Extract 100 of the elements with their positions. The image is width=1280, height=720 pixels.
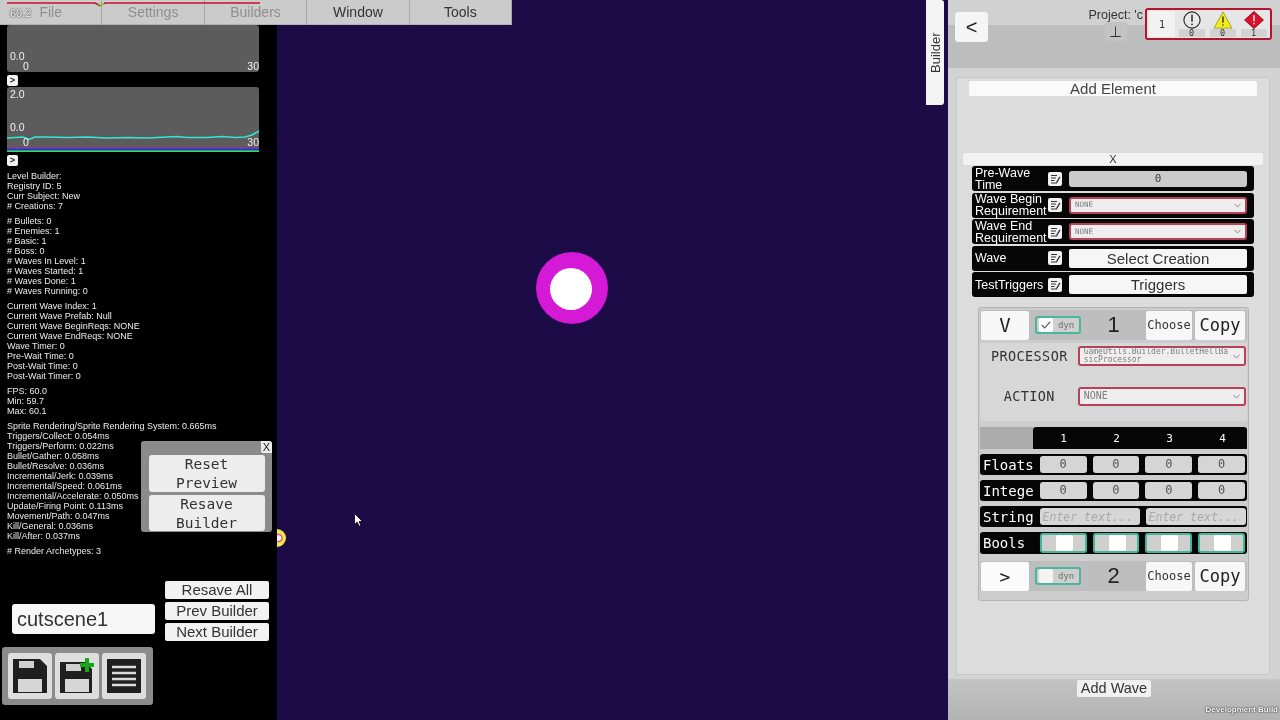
element-index: 1 <box>1106 313 1121 337</box>
debug-line: Triggers/Collect: 0.054ms <box>7 431 110 441</box>
axis-label: 0.0 <box>9 51 26 61</box>
edit-icon[interactable] <box>1048 198 1062 212</box>
debug-line: Level Builder: <box>7 171 62 181</box>
select-button[interactable]: Select Creation <box>1069 248 1247 268</box>
edit-icon[interactable] <box>1048 224 1062 239</box>
number-field[interactable]: 0 <box>1069 170 1247 187</box>
build-label: Development Build <box>1205 705 1278 715</box>
debug-line: Incremental/Jerk: 0.039ms <box>7 471 114 481</box>
axis-label: 0 <box>23 137 29 147</box>
check-icon <box>1041 321 1051 329</box>
debug-line: Kill/General: 0.036ms <box>7 521 94 531</box>
debug-line: # Basic: 1 <box>7 236 47 246</box>
copy-button[interactable]: Copy <box>1195 310 1245 340</box>
debug-line: Current Wave EndReqs: NONE <box>7 331 133 341</box>
checkbox[interactable] <box>1039 318 1053 332</box>
expand-button[interactable]: > <box>981 561 1029 591</box>
save-button[interactable] <box>8 653 52 699</box>
debug-line: Kill/After: 0.037ms <box>7 531 81 541</box>
close-button[interactable]: X <box>261 441 272 453</box>
debug-line: Triggers/Perform: 0.022ms <box>7 441 114 451</box>
debug-line: # Bullets: 0 <box>7 216 52 226</box>
popup-button[interactable]: Reset Preview <box>148 455 265 492</box>
fps-counter: 60.2 <box>10 7 32 19</box>
menu-tab[interactable]: Window <box>307 0 410 25</box>
choose-button[interactable]: Choose <box>1146 561 1192 591</box>
number-field[interactable]: 0 <box>1039 482 1087 499</box>
number-field[interactable]: 0 <box>1145 456 1193 473</box>
add-wave-button[interactable]: Add Wave <box>1077 680 1151 697</box>
debug-line: Sprite Rendering/Sprite Rendering System: 0.665ms <box>7 421 217 431</box>
warning-count: 0 <box>1209 29 1236 37</box>
action-button[interactable]: Next Builder <box>165 623 269 641</box>
checkbox[interactable] <box>1039 569 1053 583</box>
expand-button[interactable]: V <box>981 310 1029 340</box>
number-field[interactable]: 0 <box>1039 456 1087 473</box>
chevron-icon <box>1234 202 1241 208</box>
expand-toggle[interactable]: > <box>7 155 18 166</box>
debug-line: Current Wave Prefab: Null <box>7 311 112 321</box>
debug-line: Wave Timer: 0 <box>7 341 65 351</box>
debug-line: Pre-Wait Time: 0 <box>7 351 74 361</box>
choose-button[interactable]: Choose <box>1146 310 1192 340</box>
dropdown[interactable]: GameUtils.Builder.BulletHellBasicProcessor <box>1077 346 1246 366</box>
toggle-switch[interactable] <box>1039 533 1087 553</box>
number-field[interactable]: 0 <box>1145 482 1193 499</box>
error-icon[interactable] <box>1242 11 1265 29</box>
column-label: 4 <box>1218 431 1227 445</box>
debug-line: # Waves Started: 1 <box>7 266 84 276</box>
edit-icon[interactable] <box>1048 251 1062 265</box>
builder-tab[interactable]: Builder <box>926 0 944 105</box>
menu-tab[interactable]: Tools <box>409 0 513 25</box>
toggle-switch[interactable] <box>1145 533 1193 553</box>
debug-line: # Boss: 0 <box>7 246 45 256</box>
dyn-toggle[interactable]: dyn <box>1035 567 1081 585</box>
property-label: Pre-Wave Time <box>975 166 1032 191</box>
number-field[interactable]: 0 <box>1092 482 1140 499</box>
number-field[interactable]: 0 <box>1198 482 1245 499</box>
property-label: Wave <box>975 252 1008 264</box>
pin-button[interactable]: ⊥ <box>1104 22 1127 41</box>
processor-label: PROCESSOR <box>989 348 1069 364</box>
debug-line: Post-Wait Timer: 0 <box>7 371 81 381</box>
number-field[interactable]: 0 <box>1092 456 1140 473</box>
debug-line: # Creations: 7 <box>7 201 64 211</box>
exclamation-circle-icon[interactable] <box>1181 11 1202 29</box>
number-field[interactable]: 0 <box>1198 456 1245 473</box>
list-button[interactable] <box>102 653 146 699</box>
debug-line: # Waves Done: 1 <box>7 276 76 286</box>
debug-line: # Waves In Level: 1 <box>7 256 86 266</box>
project-label: Project: 'c <box>1088 9 1143 22</box>
dyn-toggle[interactable]: dyn <box>1035 316 1081 334</box>
debug-line: # Waves Running: 0 <box>7 286 88 296</box>
column-label: 3 <box>1165 431 1174 445</box>
toggle-switch[interactable] <box>1092 533 1140 553</box>
error-count: 1 <box>1240 29 1267 37</box>
debug-line: Update/Firing Point: 0.113ms <box>7 501 123 511</box>
log-count-button[interactable]: 1 <box>1149 11 1176 37</box>
property-label: Wave Begin Requirement <box>975 193 1048 217</box>
popup-button[interactable]: Resave Builder <box>148 495 265 531</box>
toggle-switch[interactable] <box>1198 533 1245 553</box>
edit-icon[interactable] <box>1048 171 1062 186</box>
warning-icon[interactable] <box>1211 11 1234 29</box>
axis-label: 30 <box>247 61 259 71</box>
axis-label: 30 <box>247 137 259 147</box>
select-button[interactable]: Triggers <box>1069 275 1247 294</box>
copy-button[interactable]: Copy <box>1195 561 1245 591</box>
action-button[interactable]: Resave All <box>165 581 269 599</box>
back-button[interactable]: < <box>955 12 988 42</box>
builder-name-field[interactable]: cutscene1 <box>12 604 155 634</box>
edit-icon[interactable] <box>1048 277 1062 292</box>
remove-button[interactable]: X <box>963 153 1263 165</box>
action-label: ACTION <box>1002 388 1056 404</box>
add-element-button[interactable]: Add Element <box>969 81 1257 96</box>
floppy-disk-plus-icon <box>59 658 95 694</box>
save-as-new-button[interactable] <box>55 653 99 699</box>
action-button[interactable]: Prev Builder <box>165 602 269 620</box>
axis-label: 0 <box>23 61 29 71</box>
debug-line: Max: 60.1 <box>7 406 47 416</box>
property-label: Wave End Requirement <box>975 219 1048 244</box>
dropdown[interactable]: NONE <box>1077 386 1246 406</box>
expand-toggle[interactable]: > <box>7 75 18 86</box>
